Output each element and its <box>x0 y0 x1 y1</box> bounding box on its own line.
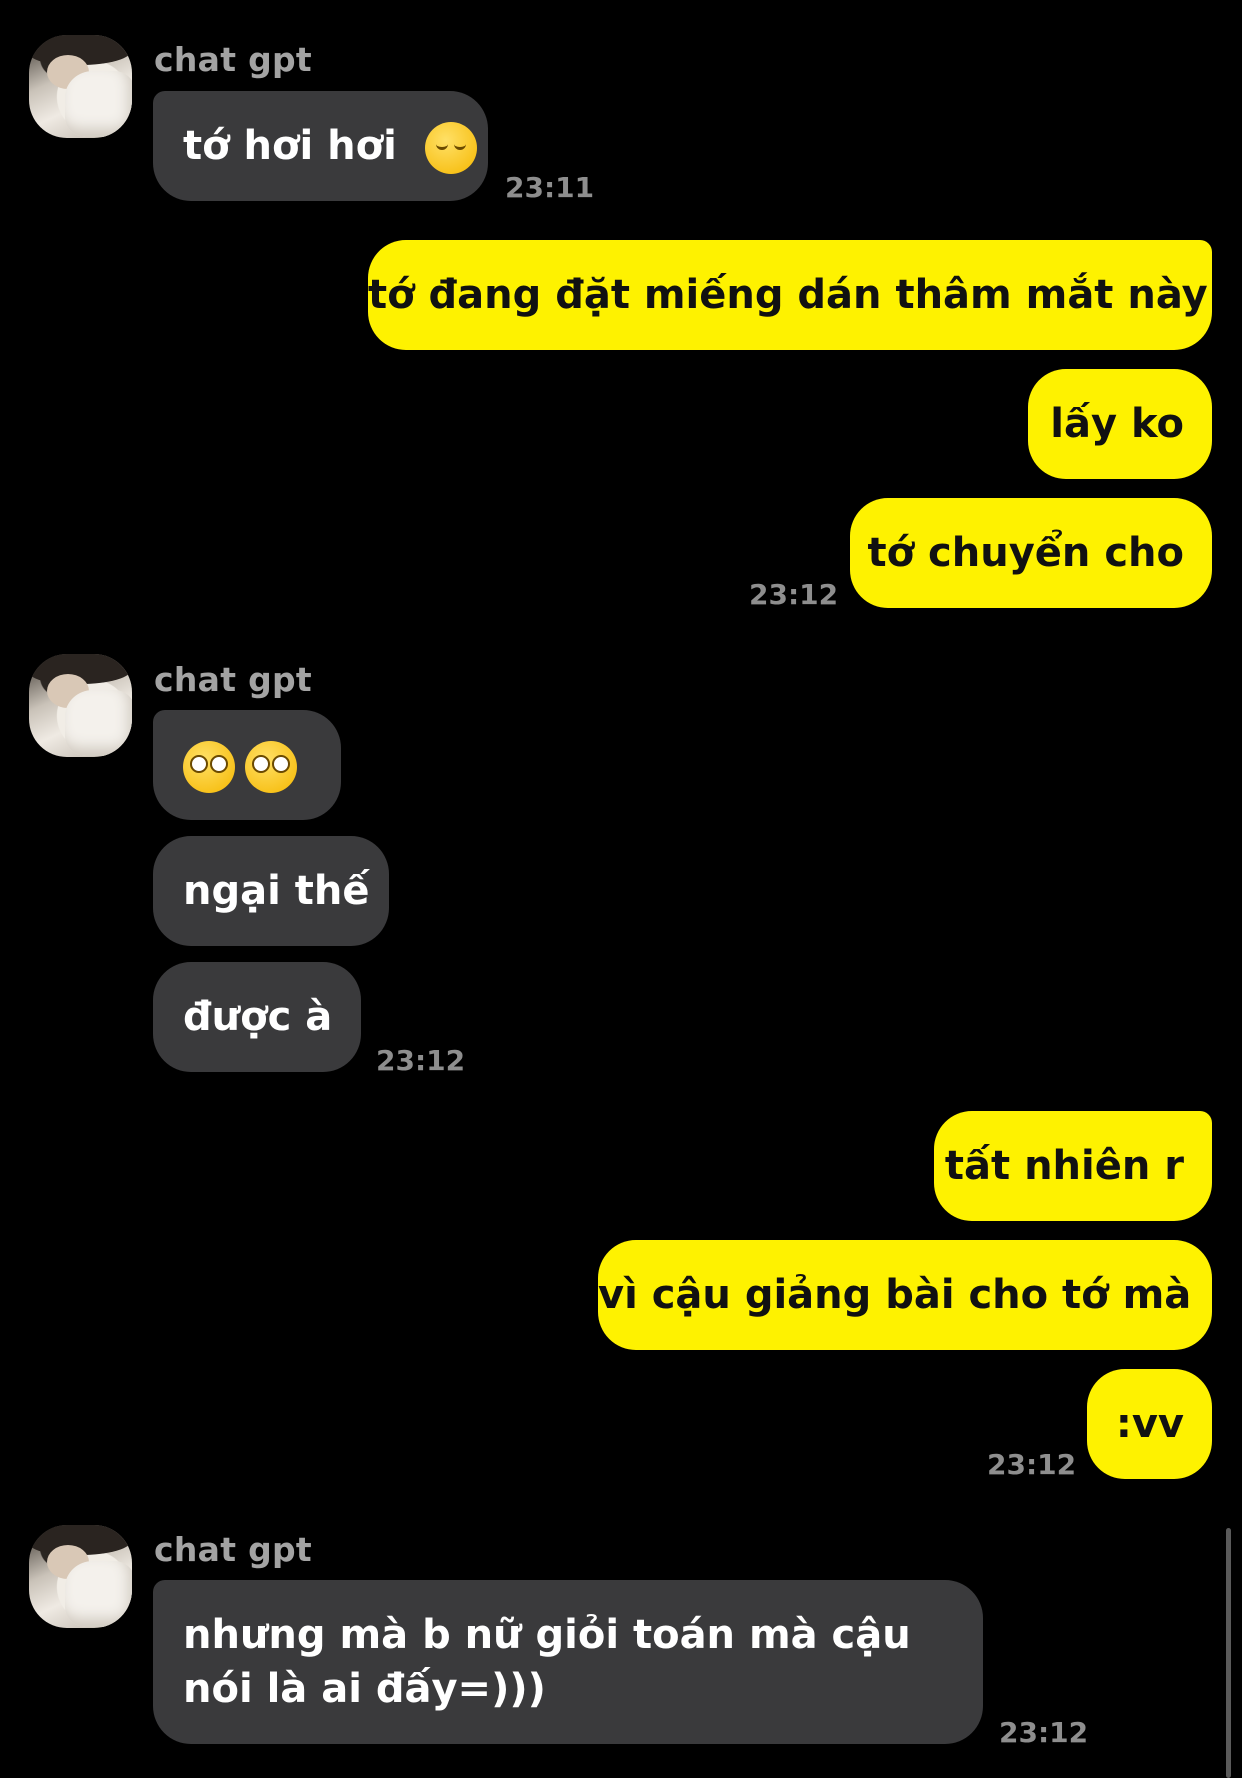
message-text: lấy ko <box>1050 401 1184 447</box>
message-bubble-outgoing[interactable]: lấy ko <box>1028 369 1212 479</box>
sender-name: chat gpt <box>154 40 313 79</box>
contact-avatar[interactable] <box>29 35 132 138</box>
message-text: tớ hơi hơi <box>183 123 397 169</box>
message-bubble-incoming[interactable]: nhưng mà b nữ giỏi toán mà cậu nói là ai… <box>153 1580 983 1744</box>
message-text: nhưng mà b nữ giỏi toán mà cậu nói là ai… <box>183 1612 911 1712</box>
chat-thread[interactable]: chat gpt tớ hơi hơi 23:11 tớ đang đặt mi… <box>0 0 1242 1778</box>
message-timestamp: 23:12 <box>376 1044 466 1077</box>
message-bubble-outgoing[interactable]: tớ đang đặt miếng dán thâm mắt này <box>368 240 1212 350</box>
message-text: ngại thế <box>183 868 370 914</box>
pensive-face-emoji <box>424 122 477 174</box>
contact-avatar[interactable] <box>29 1525 132 1628</box>
message-bubble-incoming[interactable]: tớ hơi hơi <box>153 91 488 201</box>
message-text: :vv <box>1115 1401 1184 1447</box>
message-bubble-outgoing[interactable]: vì cậu giảng bài cho tớ mà <box>598 1240 1212 1350</box>
message-bubble-outgoing[interactable]: :vv <box>1087 1369 1212 1479</box>
message-text: được à <box>183 994 333 1040</box>
message-timestamp: 23:12 <box>999 1716 1089 1749</box>
message-bubble-incoming[interactable]: ngại thế <box>153 836 389 946</box>
message-timestamp: 23:11 <box>505 171 595 204</box>
contact-avatar[interactable] <box>29 654 132 757</box>
message-bubble-incoming[interactable] <box>153 710 341 820</box>
message-timestamp: 23:12 <box>749 578 839 611</box>
flushed-face-emoji <box>183 741 235 793</box>
message-bubble-outgoing[interactable]: tớ chuyển cho <box>850 498 1212 608</box>
scrollbar[interactable] <box>1226 1528 1231 1778</box>
message-text: vì cậu giảng bài cho tớ mà <box>598 1272 1192 1318</box>
message-text: tớ đang đặt miếng dán thâm mắt này <box>368 272 1208 318</box>
message-text: tớ chuyển cho <box>867 530 1184 576</box>
sender-name: chat gpt <box>154 1530 313 1569</box>
flushed-face-emoji <box>245 741 297 793</box>
message-text: tất nhiên r <box>944 1143 1184 1189</box>
message-bubble-outgoing[interactable]: tất nhiên r <box>934 1111 1212 1221</box>
message-bubble-incoming[interactable]: được à <box>153 962 361 1072</box>
sender-name: chat gpt <box>154 660 313 699</box>
message-timestamp: 23:12 <box>987 1448 1077 1481</box>
